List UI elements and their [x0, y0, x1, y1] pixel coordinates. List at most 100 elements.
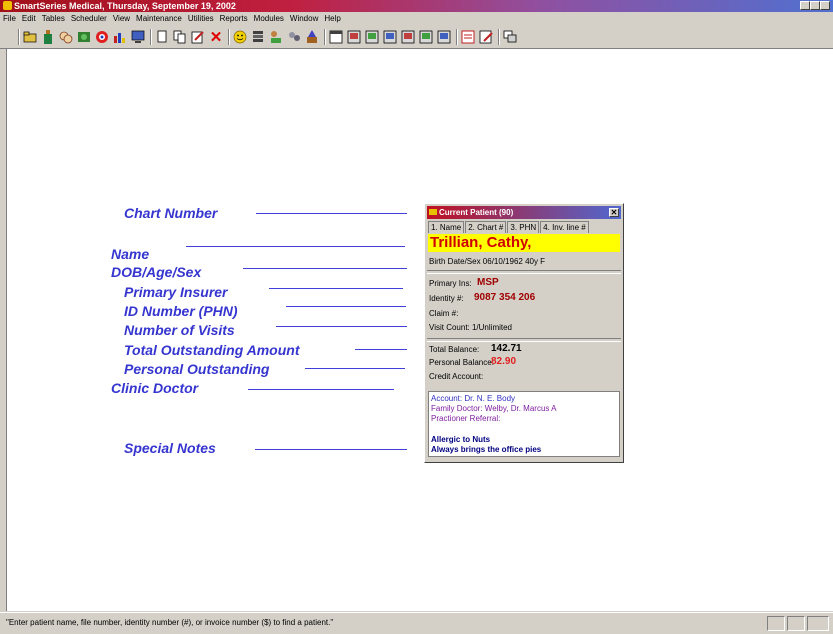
- report-icon[interactable]: [400, 29, 416, 45]
- close-icon[interactable]: ✕: [609, 208, 619, 217]
- section-divider: [427, 338, 621, 342]
- disk-icon[interactable]: [76, 29, 92, 45]
- label-total-outstanding: Total Outstanding Amount: [124, 342, 300, 358]
- delete-icon[interactable]: ✕: [208, 29, 224, 46]
- connector-line: [276, 326, 407, 327]
- people-icon[interactable]: [286, 29, 302, 45]
- person-money-icon[interactable]: [268, 29, 284, 45]
- label-id-number: ID Number (PHN): [124, 303, 238, 319]
- close-button[interactable]: [820, 1, 830, 10]
- label-primary-insurer: Primary Insurer: [124, 284, 228, 300]
- stack-icon[interactable]: [250, 29, 266, 45]
- label-number-of-visits: Number of Visits: [124, 322, 235, 338]
- current-patient-window: Current Patient (90) ✕ 1. Name 2. Chart …: [424, 203, 624, 463]
- toolbar-separator: [456, 29, 458, 45]
- tab-invoice-line[interactable]: 4. Inv. line #: [540, 221, 589, 233]
- report-icon[interactable]: [364, 29, 380, 45]
- menu-edit[interactable]: Edit: [19, 12, 39, 26]
- credit-account-label: Credit Account:: [429, 372, 484, 381]
- menu-modules[interactable]: Modules: [251, 12, 287, 26]
- app-icon: [3, 1, 12, 10]
- personal-balance-value: 82.90: [491, 356, 517, 367]
- hands-icon[interactable]: [58, 29, 74, 45]
- connector-line: [186, 246, 405, 247]
- status-panel: [807, 616, 829, 631]
- menu-scheduler[interactable]: Scheduler: [68, 12, 110, 26]
- label-special-notes: Special Notes: [124, 440, 216, 456]
- account-doctor: Account: Dr. N. E. Body: [431, 394, 516, 403]
- menu-view[interactable]: View: [110, 12, 133, 26]
- connector-line: [248, 389, 394, 390]
- connector-line: [355, 349, 407, 350]
- identity-value: 9087 354 206: [474, 292, 536, 303]
- claim-label: Claim #:: [429, 309, 459, 318]
- monitor-icon[interactable]: [130, 29, 146, 45]
- connector-line: [255, 449, 407, 450]
- copy-doc-icon[interactable]: [172, 29, 188, 45]
- menu-help[interactable]: Help: [321, 12, 343, 26]
- bar-chart-icon[interactable]: [112, 29, 128, 45]
- status-panel: [787, 616, 805, 631]
- connector-line: [305, 368, 405, 369]
- connector-line: [243, 268, 407, 269]
- status-text: "Enter patient name, file number, identi…: [6, 618, 334, 627]
- current-patient-title-bar[interactable]: Current Patient (90) ✕: [427, 206, 621, 219]
- form-icon[interactable]: [460, 29, 476, 45]
- patient-name[interactable]: Trillian, Cathy,: [428, 234, 620, 252]
- report-icon[interactable]: [436, 29, 452, 45]
- primary-ins-value: MSP: [477, 277, 499, 288]
- toolbar-separator: [150, 29, 152, 45]
- window-title: SmartSeries Medical, Thursday, September…: [14, 1, 236, 11]
- visit-count: Visit Count: 1/Unlimited: [429, 323, 512, 332]
- toolbar-separator: [228, 29, 230, 45]
- report-icon[interactable]: [418, 29, 434, 45]
- calendar-icon[interactable]: [328, 29, 344, 45]
- tab-phn[interactable]: 3. PHN: [507, 221, 540, 233]
- report-icon[interactable]: [382, 29, 398, 45]
- menu-bar: File Edit Tables Scheduler View Maintenance Ut…: [0, 12, 833, 26]
- family-doctor: Family Doctor: Welby, Dr. Marcus A: [431, 404, 557, 413]
- birth-date-line: Birth Date/Sex 06/10/1962 40y F: [429, 257, 546, 266]
- label-chart-number: Chart Number: [124, 205, 218, 221]
- connector-line: [269, 288, 403, 289]
- label-clinic-doctor: Clinic Doctor: [111, 380, 199, 396]
- special-note-1: Allergic to Nuts: [431, 435, 491, 444]
- target-icon[interactable]: [94, 29, 110, 45]
- open-folder-icon[interactable]: [22, 29, 38, 45]
- special-note-2: Always brings the office pies: [431, 445, 542, 454]
- tab-chart[interactable]: 2. Chart #: [465, 221, 507, 233]
- notes-panel: Account: Dr. N. E. Body Family Doctor: W…: [428, 391, 620, 457]
- bottle-icon[interactable]: [40, 29, 56, 45]
- edit-doc-icon[interactable]: [190, 29, 206, 45]
- minimize-button[interactable]: [800, 1, 810, 10]
- new-doc-icon[interactable]: [154, 29, 170, 45]
- window-copy-icon[interactable]: [502, 29, 518, 45]
- maximize-button[interactable]: [810, 1, 820, 10]
- status-bar: "Enter patient name, file number, identi…: [0, 612, 833, 634]
- menu-file[interactable]: File: [0, 12, 19, 26]
- practitioner-referral: Practioner Referral:: [431, 414, 501, 423]
- connector-line: [256, 213, 407, 214]
- toolbar: ✕: [0, 26, 833, 49]
- toolbar-separator: [324, 29, 326, 45]
- tab-name[interactable]: 1. Name: [428, 221, 465, 233]
- menu-tables[interactable]: Tables: [39, 12, 68, 26]
- smiley-icon[interactable]: [232, 29, 248, 45]
- menu-utilities[interactable]: Utilities: [185, 12, 217, 26]
- menu-reports[interactable]: Reports: [217, 12, 251, 26]
- form-edit-icon[interactable]: [478, 29, 494, 45]
- status-panel: [767, 616, 785, 631]
- personal-balance-label: Personal Balance:: [429, 358, 494, 367]
- report-icon[interactable]: [346, 29, 362, 45]
- primary-ins-label: Primary Ins:: [429, 279, 472, 288]
- current-patient-title: Current Patient (90): [439, 208, 514, 217]
- section-divider: [427, 270, 621, 274]
- menu-maintenance[interactable]: Maintenance: [133, 12, 185, 26]
- wizard-icon[interactable]: [304, 29, 320, 45]
- menu-window[interactable]: Window: [287, 12, 321, 26]
- toolbar-separator: [498, 29, 500, 45]
- patient-window-icon: [429, 209, 437, 215]
- title-bar: SmartSeries Medical, Thursday, September…: [0, 0, 833, 12]
- label-dob-age-sex: DOB/Age/Sex: [111, 264, 202, 280]
- total-balance-label: Total Balance:: [429, 345, 480, 354]
